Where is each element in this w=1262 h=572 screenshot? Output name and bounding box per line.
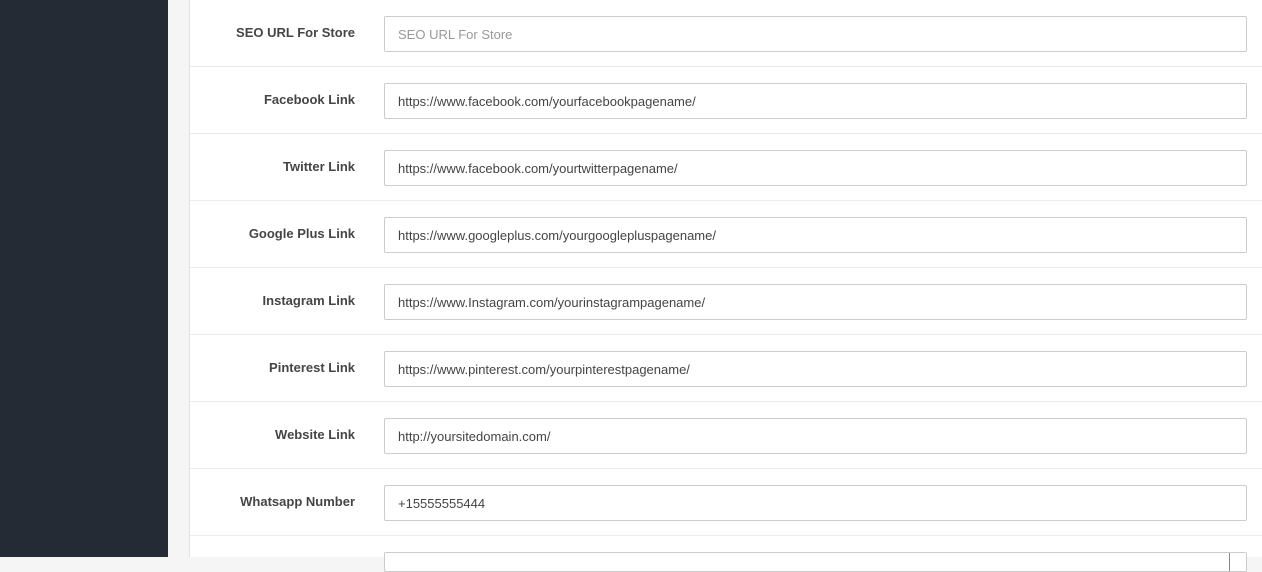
- form-row-website: Website Link: [190, 402, 1262, 469]
- website-link-input[interactable]: [384, 418, 1247, 454]
- whatsapp-number-label: Whatsapp Number: [240, 494, 355, 509]
- website-link-label: Website Link: [275, 427, 355, 442]
- instagram-link-label: Instagram Link: [262, 293, 355, 308]
- seo-url-input[interactable]: [384, 16, 1247, 52]
- form-row-pinterest: Pinterest Link: [190, 335, 1262, 402]
- google-plus-link-label: Google Plus Link: [248, 226, 355, 241]
- form-row-facebook: Facebook Link: [190, 67, 1262, 134]
- form-row-whatsapp: Whatsapp Number: [190, 469, 1262, 536]
- facebook-link-label: Facebook Link: [263, 92, 355, 107]
- pinterest-link-input[interactable]: [384, 351, 1247, 387]
- twitter-link-label: Twitter Link: [283, 159, 355, 174]
- form-row-seo-url: SEO URL For Store: [190, 0, 1262, 67]
- whatsapp-number-input[interactable]: [384, 485, 1247, 521]
- facebook-link-input[interactable]: [384, 83, 1247, 119]
- google-plus-link-input[interactable]: [384, 217, 1247, 253]
- form-row-twitter: Twitter Link: [190, 134, 1262, 201]
- next-select-field[interactable]: [384, 552, 1247, 572]
- twitter-link-input[interactable]: [384, 150, 1247, 186]
- form-row-instagram: Instagram Link: [190, 268, 1262, 335]
- select-arrow-icon[interactable]: [1229, 553, 1246, 571]
- pinterest-link-label: Pinterest Link: [269, 360, 355, 375]
- instagram-link-input[interactable]: [384, 284, 1247, 320]
- form-row-google-plus: Google Plus Link: [190, 201, 1262, 268]
- settings-form-panel: SEO URL For Store Facebook Link Twitter …: [189, 0, 1262, 572]
- sidebar: [0, 0, 168, 557]
- seo-url-label: SEO URL For Store: [236, 25, 355, 40]
